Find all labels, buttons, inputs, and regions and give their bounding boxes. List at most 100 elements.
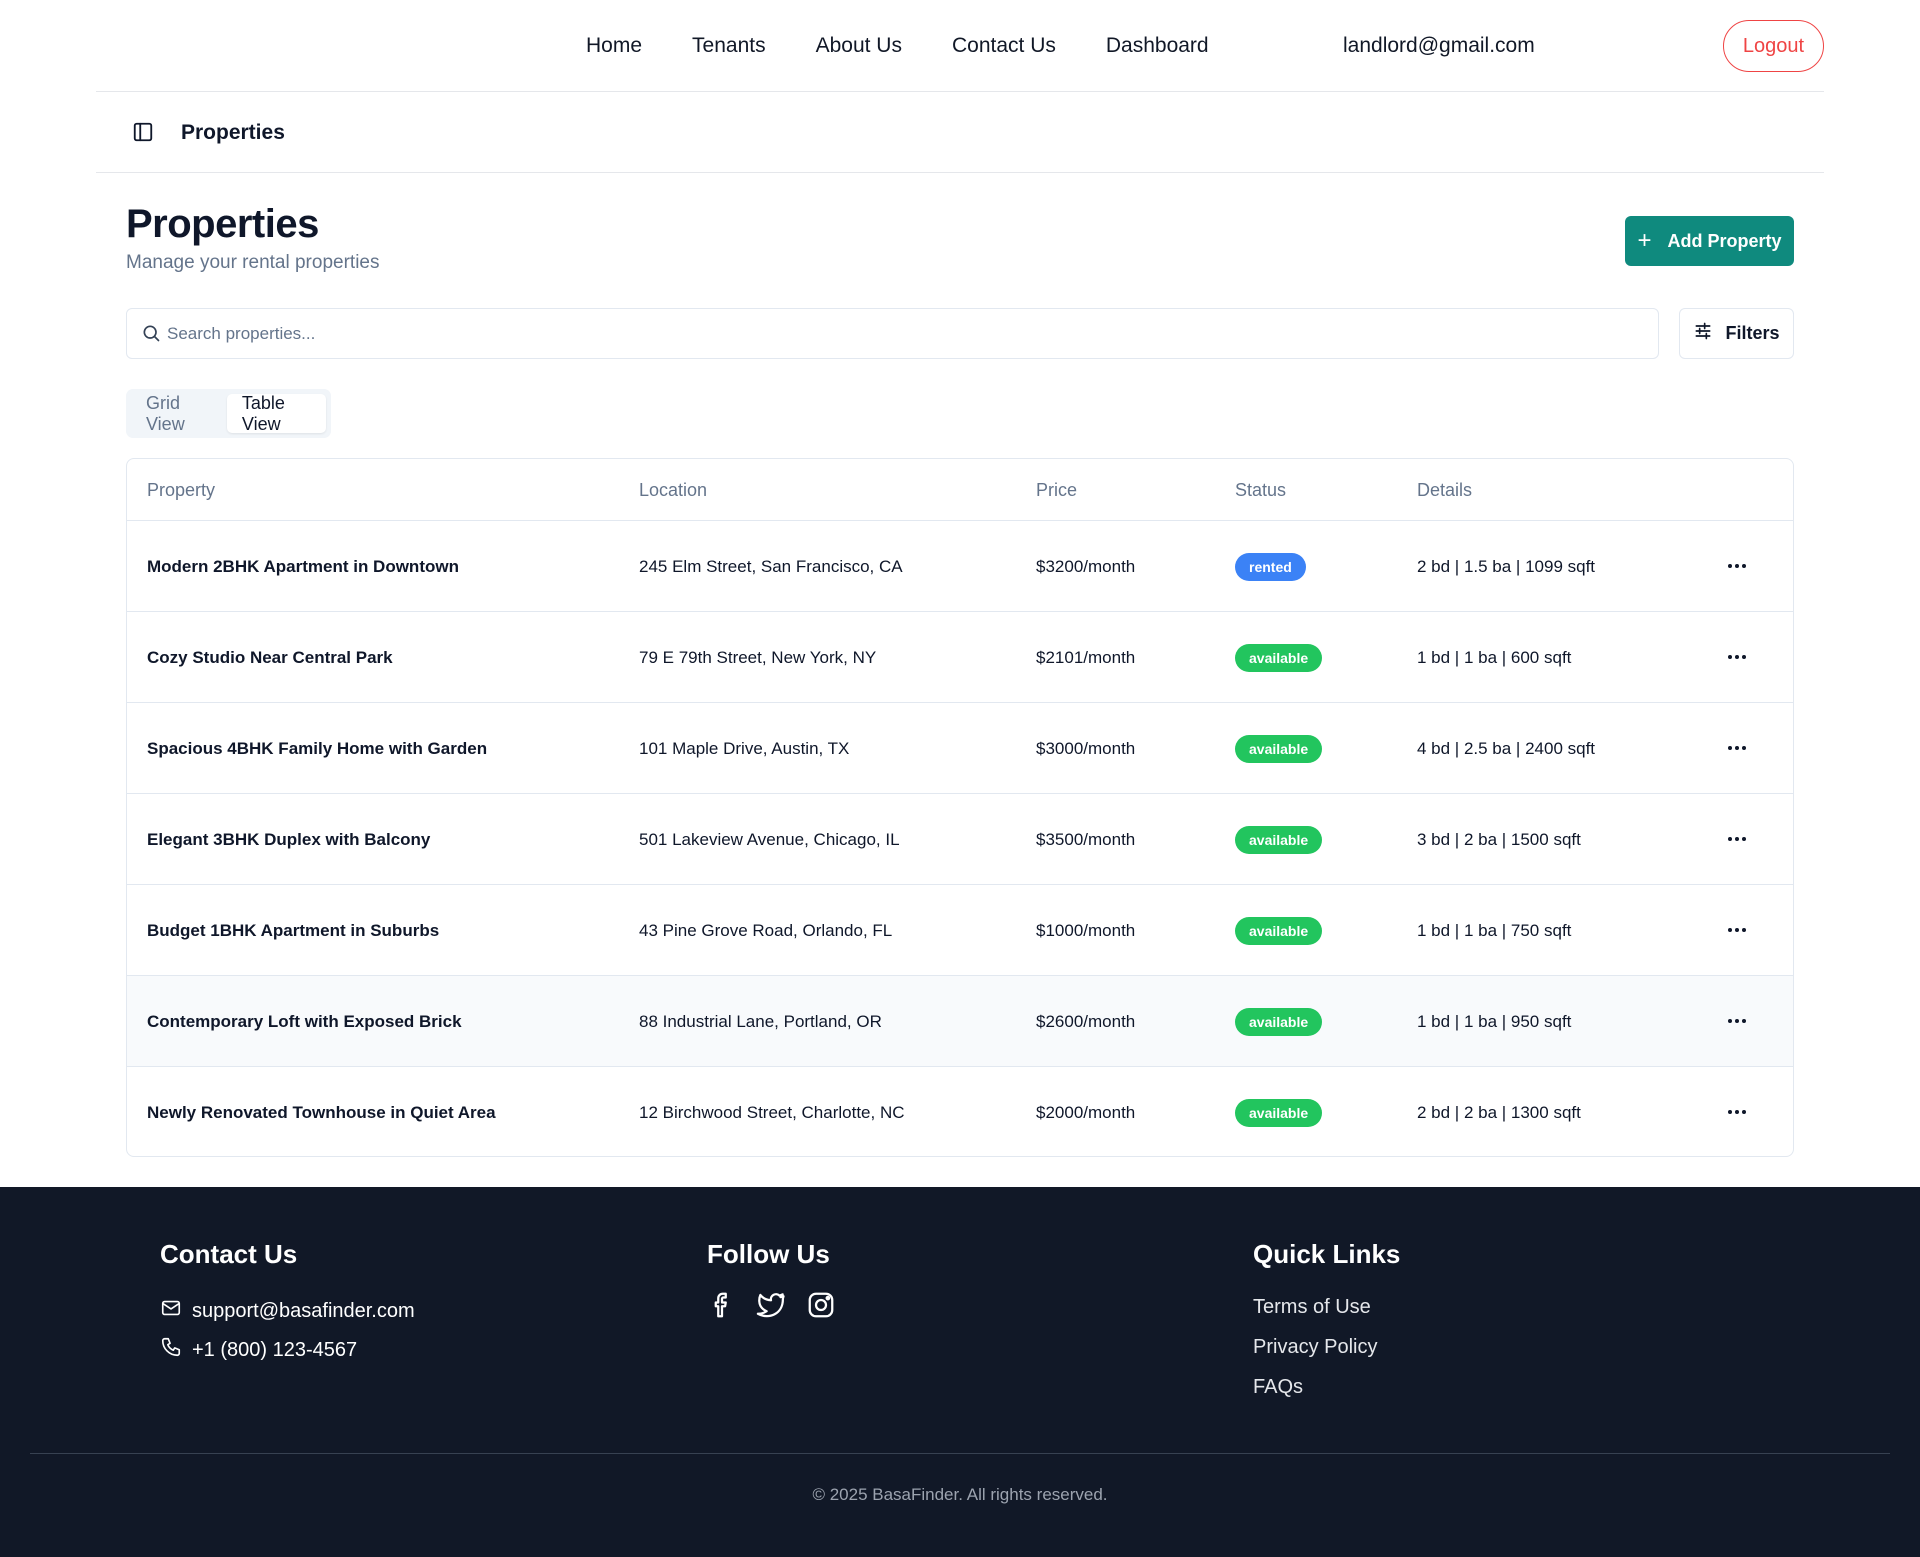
property-details: 2 bd | 1.5 ba | 1099 sqft bbox=[1417, 556, 1596, 576]
instagram-icon[interactable] bbox=[806, 1290, 838, 1322]
footer-link-faqs[interactable]: FAQs bbox=[1253, 1376, 1303, 1399]
property-location: 88 Industrial Lane, Portland, OR bbox=[639, 1011, 882, 1031]
footer-divider bbox=[30, 1453, 1890, 1454]
footer-contact-title: Contact Us bbox=[160, 1239, 298, 1269]
top-navbar: Home Tenants About Us Contact Us Dashboa… bbox=[96, 0, 1824, 92]
property-name: Cozy Studio Near Central Park bbox=[147, 647, 393, 667]
property-name: Elegant 3BHK Duplex with Balcony bbox=[147, 829, 431, 849]
breadcrumb-bar: Properties bbox=[96, 93, 1824, 173]
footer-phone[interactable]: +1 (800) 123-4567 bbox=[160, 1336, 357, 1364]
table-row[interactable]: Cozy Studio Near Central Park 79 E 79th S… bbox=[127, 612, 1793, 703]
property-price: $2600/month bbox=[1036, 1011, 1136, 1031]
page-title: Properties bbox=[126, 202, 319, 246]
search-icon bbox=[141, 323, 163, 345]
property-location: 79 E 79th Street, New York, NY bbox=[639, 647, 877, 667]
column-header-location: Location bbox=[639, 479, 708, 500]
property-location: 43 Pine Grove Road, Orlando, FL bbox=[639, 920, 893, 940]
footer-follow-title: Follow Us bbox=[707, 1239, 830, 1269]
more-actions-icon[interactable] bbox=[1725, 646, 1749, 668]
nav-link-about-us[interactable]: About Us bbox=[816, 34, 902, 58]
table-row[interactable]: Elegant 3BHK Duplex with Balcony 501 Lake… bbox=[127, 794, 1793, 885]
property-details: 1 bd | 1 ba | 600 sqft bbox=[1417, 647, 1572, 667]
property-location: 101 Maple Drive, Austin, TX bbox=[639, 738, 850, 758]
footer-link-terms[interactable]: Terms of Use bbox=[1253, 1296, 1371, 1319]
footer-copyright: © 2025 BasaFinder. All rights reserved. bbox=[812, 1485, 1108, 1504]
facebook-icon[interactable] bbox=[707, 1290, 739, 1322]
nav-link-contact-us[interactable]: Contact Us bbox=[952, 34, 1056, 58]
nav-link-tenants[interactable]: Tenants bbox=[692, 34, 766, 58]
property-name: Modern 2BHK Apartment in Downtown bbox=[147, 556, 459, 576]
property-status-cell: available bbox=[1235, 612, 1323, 703]
footer: Contact Us support@basafinder.com +1 (80… bbox=[0, 1187, 1920, 1557]
property-location: 245 Elm Street, San Francisco, CA bbox=[639, 556, 903, 576]
status-badge: available bbox=[1235, 734, 1323, 763]
more-actions-icon[interactable] bbox=[1725, 1010, 1749, 1032]
table-row[interactable]: Contemporary Loft with Exposed Brick 88 I… bbox=[127, 976, 1793, 1067]
status-badge: available bbox=[1235, 1007, 1323, 1036]
footer-link-privacy[interactable]: Privacy Policy bbox=[1253, 1336, 1377, 1359]
property-price: $2000/month bbox=[1036, 1102, 1136, 1122]
column-header-status: Status bbox=[1235, 479, 1287, 500]
more-actions-icon[interactable] bbox=[1725, 737, 1749, 759]
footer-quick-links-title: Quick Links bbox=[1253, 1239, 1401, 1269]
page-subtitle: Manage your rental properties bbox=[126, 252, 380, 273]
plus-icon: + bbox=[1637, 227, 1652, 254]
logout-button[interactable]: Logout bbox=[1723, 20, 1824, 72]
footer-phone-text: +1 (800) 123-4567 bbox=[192, 1338, 358, 1361]
property-name: Budget 1BHK Apartment in Suburbs bbox=[147, 920, 440, 940]
search-input[interactable] bbox=[167, 309, 1647, 358]
table-row[interactable]: Budget 1BHK Apartment in Suburbs 43 Pine … bbox=[127, 885, 1793, 976]
sidebar-toggle-icon[interactable] bbox=[132, 121, 154, 143]
table-row[interactable]: Spacious 4BHK Family Home with Garden 101… bbox=[127, 703, 1793, 794]
tab-grid-view[interactable]: Grid View bbox=[131, 393, 223, 434]
status-badge: available bbox=[1235, 916, 1323, 945]
twitter-icon[interactable] bbox=[756, 1290, 788, 1322]
add-property-label: Add Property bbox=[1667, 230, 1782, 251]
property-details: 1 bd | 1 ba | 750 sqft bbox=[1417, 920, 1572, 940]
property-details: 4 bd | 2.5 ba | 2400 sqft bbox=[1417, 738, 1596, 758]
property-price: $3500/month bbox=[1036, 829, 1136, 849]
property-status-cell: rented bbox=[1235, 521, 1306, 612]
property-price: $3000/month bbox=[1036, 738, 1136, 758]
phone-icon bbox=[160, 1336, 182, 1364]
status-badge: available bbox=[1235, 1098, 1323, 1127]
property-location: 12 Birchwood Street, Charlotte, NC bbox=[639, 1102, 905, 1122]
property-name: Newly Renovated Townhouse in Quiet Area bbox=[147, 1102, 496, 1122]
property-price: $2101/month bbox=[1036, 647, 1136, 667]
column-header-price: Price bbox=[1036, 479, 1078, 500]
table-row[interactable]: Newly Renovated Townhouse in Quiet Area 1… bbox=[127, 1067, 1793, 1156]
search-box bbox=[126, 308, 1659, 359]
tab-table-view[interactable]: Table View bbox=[226, 393, 326, 434]
property-status-cell: available bbox=[1235, 794, 1323, 885]
footer-email-text: support@basafinder.com bbox=[192, 1299, 415, 1322]
footer-email[interactable]: support@basafinder.com bbox=[160, 1297, 415, 1325]
status-badge: available bbox=[1235, 825, 1323, 854]
property-status-cell: available bbox=[1235, 976, 1323, 1067]
more-actions-icon[interactable] bbox=[1725, 828, 1749, 850]
more-actions-icon[interactable] bbox=[1725, 555, 1749, 577]
properties-table: Property Location Price Status Details M… bbox=[126, 458, 1794, 1157]
property-details: 2 bd | 2 ba | 1300 sqft bbox=[1417, 1102, 1581, 1122]
column-header-property: Property bbox=[147, 479, 216, 500]
property-location: 501 Lakeview Avenue, Chicago, IL bbox=[639, 829, 900, 849]
property-status-cell: available bbox=[1235, 1067, 1323, 1156]
property-status-cell: available bbox=[1235, 885, 1323, 976]
status-badge: available bbox=[1235, 643, 1323, 672]
property-price: $1000/month bbox=[1036, 920, 1136, 940]
add-property-button[interactable]: + Add Property bbox=[1625, 216, 1794, 266]
property-details: 3 bd | 2 ba | 1500 sqft bbox=[1417, 829, 1581, 849]
breadcrumb: Properties bbox=[181, 121, 285, 144]
more-actions-icon[interactable] bbox=[1725, 1101, 1749, 1123]
mail-icon bbox=[160, 1297, 182, 1325]
filters-button[interactable]: Filters bbox=[1679, 308, 1794, 359]
nav-link-home[interactable]: Home bbox=[586, 34, 642, 58]
property-price: $3200/month bbox=[1036, 556, 1136, 576]
table-row[interactable]: Modern 2BHK Apartment in Downtown 245 Elm… bbox=[127, 521, 1793, 612]
nav-links: Home Tenants About Us Contact Us Dashboa… bbox=[586, 0, 1209, 92]
view-toggle: Grid View Table View bbox=[126, 389, 331, 438]
nav-link-dashboard[interactable]: Dashboard bbox=[1106, 34, 1209, 58]
column-header-details: Details bbox=[1417, 479, 1473, 500]
more-actions-icon[interactable] bbox=[1725, 919, 1749, 941]
table-header: Property Location Price Status Details bbox=[127, 459, 1793, 521]
user-email: landlord@gmail.com bbox=[1343, 34, 1535, 57]
